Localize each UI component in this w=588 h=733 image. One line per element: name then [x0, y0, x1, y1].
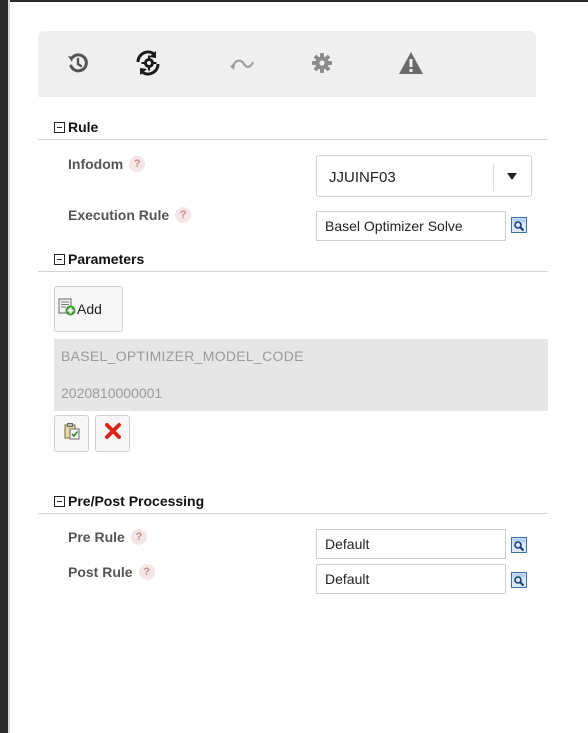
edit-parameter-button[interactable]: [54, 415, 89, 452]
field-label-text: Execution Rule: [68, 207, 170, 223]
gear-icon[interactable]: [304, 45, 340, 81]
field-label-text: Infodom: [68, 156, 124, 172]
window-frame-left: [0, 0, 8, 733]
clipboard-check-icon: [63, 422, 81, 445]
help-icon[interactable]: ?: [175, 207, 192, 223]
prepost-section-header: Pre/Post Processing: [38, 489, 548, 514]
toolbar: [38, 31, 536, 97]
lookup-search-icon[interactable]: [511, 572, 527, 588]
window-frame-top: [0, 0, 588, 2]
pre-rule-label: Pre Rule ?: [68, 529, 147, 545]
infodom-select[interactable]: JJUINF03: [316, 155, 532, 197]
parameters-section-header: Parameters: [38, 247, 548, 272]
chevron-down-icon[interactable]: [507, 173, 517, 180]
rule-section-header: Rule: [38, 115, 548, 140]
section-title: Parameters: [68, 251, 145, 267]
warning-icon[interactable]: [393, 45, 429, 81]
collapse-icon[interactable]: [54, 495, 65, 507]
parameter-name: BASEL_OPTIMIZER_MODEL_CODE: [61, 348, 304, 364]
post-rule-label: Post Rule ?: [68, 564, 155, 580]
add-parameter-button[interactable]: Add: [54, 286, 123, 332]
help-icon[interactable]: ?: [130, 529, 147, 545]
help-icon[interactable]: ?: [129, 156, 146, 172]
field-label-text: Post Rule: [68, 564, 133, 580]
help-icon[interactable]: ?: [138, 564, 155, 580]
delete-parameter-button[interactable]: [95, 415, 130, 452]
window-frame-inner: [8, 0, 10, 733]
section-title: Rule: [68, 119, 99, 135]
section-title: Pre/Post Processing: [68, 493, 205, 509]
lookup-search-icon[interactable]: [511, 217, 527, 233]
post-rule-field[interactable]: Default: [316, 564, 506, 594]
pre-rule-field[interactable]: Default: [316, 529, 506, 559]
collapse-icon[interactable]: [54, 253, 65, 265]
delete-x-icon: [104, 422, 122, 445]
forward-arrow-icon[interactable]: [224, 45, 260, 81]
add-button-label: Add: [77, 301, 102, 317]
parameter-value: 2020810000001: [61, 385, 163, 401]
history-icon[interactable]: [60, 45, 96, 81]
select-divider: [493, 164, 494, 190]
execution-rule-label: Execution Rule ?: [68, 207, 192, 223]
infodom-selected-value: JJUINF03: [329, 169, 396, 186]
infodom-label: Infodom ?: [68, 156, 146, 172]
lookup-search-icon[interactable]: [511, 537, 527, 553]
add-icon: [58, 298, 76, 321]
execution-rule-field[interactable]: Basel Optimizer Solve: [316, 211, 506, 241]
field-label-text: Pre Rule: [68, 529, 125, 545]
collapse-icon[interactable]: [54, 121, 65, 133]
parameter-item[interactable]: BASEL_OPTIMIZER_MODEL_CODE 2020810000001: [54, 339, 548, 411]
process-settings-icon[interactable]: [130, 45, 166, 81]
